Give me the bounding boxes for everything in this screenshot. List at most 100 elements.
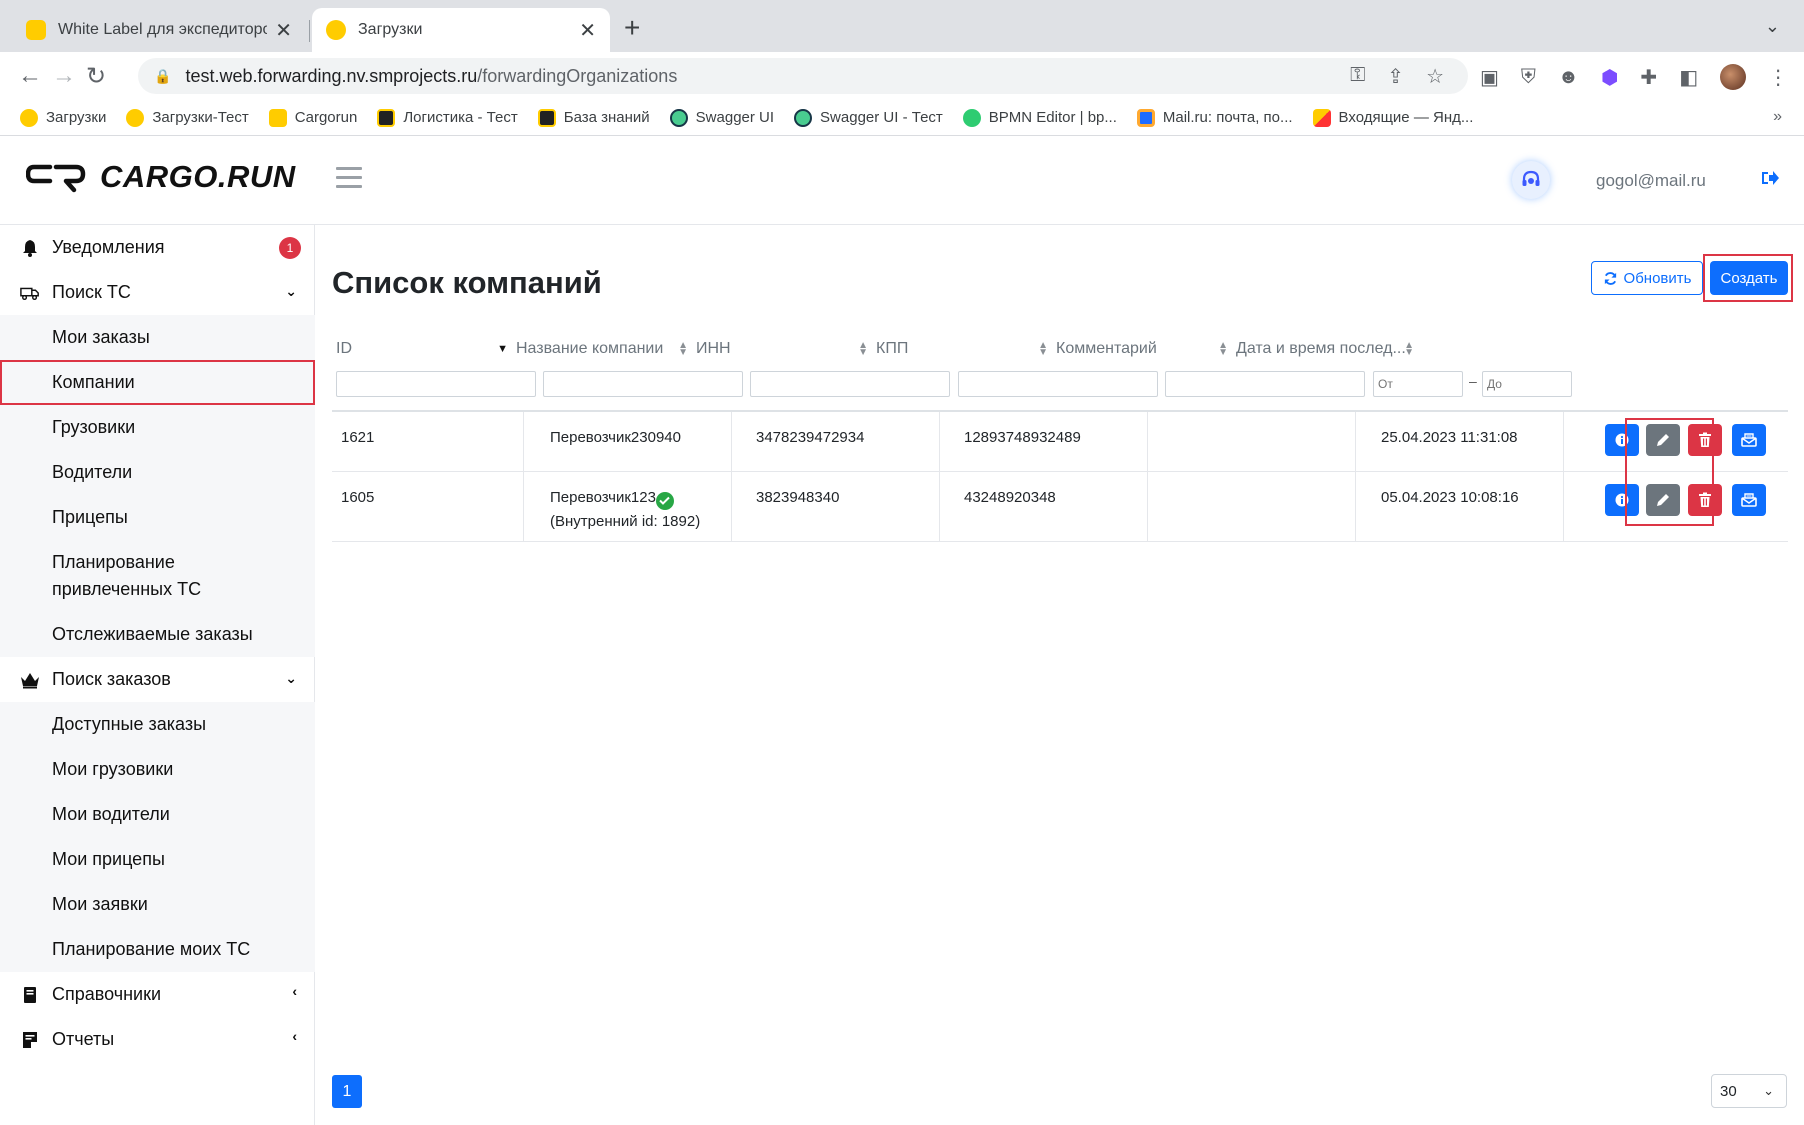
bookmark-item[interactable]: Mail.ru: почта, по... [1136,108,1293,127]
column-header-kpp[interactable]: КПП ▲ ▼ [876,329,1052,369]
sidebar-item-search-orders[interactable]: Поиск заказов ⌄ [0,657,315,702]
sidebar-item-my-tc-planning[interactable]: Планирование моих ТС [0,927,315,972]
sidebar-item-trucks[interactable]: Грузовики [0,405,315,450]
close-tab-icon[interactable]: ✕ [275,18,292,43]
date-range-dash: – [1469,373,1477,389]
filter-company-name-input[interactable] [543,371,743,397]
filter-date-from-input[interactable] [1373,371,1463,397]
sidebar-item-my-trailers[interactable]: Мои прицепы [0,837,315,882]
sidebar-item-label: Поиск ТС [52,282,131,302]
bookmark-item[interactable]: Swagger UI [669,108,774,127]
lock-icon: 🔒 [154,67,172,84]
puzzle-extensions-icon[interactable]: ✚ [1640,65,1657,90]
pagination-page-button[interactable]: 1 [332,1075,362,1108]
refresh-button[interactable]: Обновить [1591,261,1703,295]
bookmark-item[interactable]: База знаний [537,108,650,127]
cell-kpp: 43248920348 [964,489,1056,506]
cell-id: 1605 [341,489,375,506]
sidebar-item-my-trucks[interactable]: Мои грузовики [0,747,315,792]
cargorun-logo[interactable]: CARGO.RUN [26,159,296,195]
browser-tab-white-label[interactable]: White Label для экспедиторов ✕ [12,8,306,52]
column-header-comment[interactable]: Комментарий ▲ ▼ [1056,329,1232,369]
sidebar-item-notifications[interactable]: Уведомления 1 [0,225,315,270]
sidebar-item-companies[interactable]: Компании [0,360,315,405]
filter-kpp-input[interactable] [958,371,1158,397]
sidebar-item-label: Уведомления [52,237,165,257]
bookmark-item[interactable]: Загрузки-Тест [126,108,249,127]
picture-in-picture-icon[interactable]: ▣ [1480,65,1499,90]
delete-button[interactable] [1688,484,1722,516]
sidebar-item-reports[interactable]: Отчеты ‹ [0,1017,315,1062]
filter-date-to-input[interactable] [1482,371,1572,397]
info-icon [1615,433,1629,447]
bookmark-item[interactable]: Загрузки [20,108,106,127]
filter-id-input[interactable] [336,371,536,397]
sidebar-item-planning-hired[interactable]: Планирование привлеченных ТС [0,540,315,612]
sidebar-item-directories[interactable]: Справочники ‹ [0,972,315,1017]
mail-button[interactable] [1732,424,1766,456]
sidebar-item-trailers[interactable]: Прицепы [0,495,315,540]
sidebar-item-search-tc[interactable]: Поиск ТС ⌄ [0,270,315,315]
bookmark-item[interactable]: BPMN Editor | bp... [962,108,1117,127]
support-headset-icon[interactable] [1512,161,1550,199]
filter-comment-input[interactable] [1165,371,1365,397]
bpmn-icon [962,108,981,127]
extension-avatar-icon[interactable]: ☻ [1558,66,1579,89]
filter-inn-input[interactable] [750,371,950,397]
tab-search-chevron-icon[interactable]: ⌄ [1765,16,1780,37]
edit-button[interactable] [1646,484,1680,516]
bookmark-item[interactable]: Cargorun [268,108,357,127]
url-host: test.web.forwarding.nv.smprojects.ru [185,65,478,86]
column-header-id[interactable]: ID ▼ [336,329,512,369]
sort-icon: ▲ ▼ [858,340,868,358]
shield-extension-icon[interactable]: ⛨ [1521,66,1536,89]
column-header-inn[interactable]: ИНН ▲ ▼ [696,329,872,369]
sidebar-item-drivers[interactable]: Водители [0,450,315,495]
share-icon[interactable]: ⇪ [1387,64,1404,89]
mail-button[interactable] [1732,484,1766,516]
main-content: Список компаний Обновить Создать ID ▼ На… [316,225,1804,1125]
envelope-icon [1741,493,1757,507]
bookmark-star-icon[interactable]: ☆ [1426,64,1444,89]
company-name-text: Перевозчик123 [550,489,656,506]
address-bar[interactable]: 🔒 test.web.forwarding.nv.smprojects.ru/f… [138,58,1468,94]
bookmark-item[interactable]: Логистика - Тест [377,108,518,127]
new-tab-icon[interactable]: + [624,12,640,44]
sidebar-item-tracked-orders[interactable]: Отслеживаемые заказы [0,612,315,657]
side-panel-icon[interactable]: ◧ [1679,65,1698,90]
menu-toggle-icon[interactable] [336,167,362,194]
column-header-datetime[interactable]: Дата и время послед... ▲ ▼ [1236,329,1416,369]
sidebar-item-my-orders[interactable]: Мои заказы [0,315,315,360]
info-button[interactable] [1605,484,1639,516]
bookmark-item[interactable]: Входящие — Янд... [1312,108,1473,127]
edit-button[interactable] [1646,424,1680,456]
info-button[interactable] [1605,424,1639,456]
delete-button[interactable] [1688,424,1722,456]
close-tab-icon[interactable]: ✕ [579,18,596,43]
key-icon[interactable]: ⚿ [1350,64,1365,89]
bookmark-item[interactable]: Swagger UI - Тест [794,108,943,127]
sidebar-item-my-requests[interactable]: Мои заявки [0,882,315,927]
s-extension-icon[interactable]: ⬢ [1601,65,1618,90]
chevron-down-icon: ⌄ [285,670,297,686]
column-header-company-name[interactable]: Название компании ▲ ▼ [516,329,692,369]
sidebar-item-my-drivers[interactable]: Мои водители [0,792,315,837]
cell-divider [523,412,524,472]
chrome-menu-icon[interactable]: ⋮ [1768,65,1788,90]
create-button[interactable]: Создать [1710,261,1788,295]
table-row: 1605 Перевозчик123 (Внутренний id: 1892)… [332,472,1788,542]
forward-icon[interactable]: → [52,62,76,90]
envelope-icon [1741,433,1757,447]
sidebar-item-available-orders[interactable]: Доступные заказы [0,702,315,747]
per-page-select[interactable]: 30 ⌄ [1711,1074,1787,1108]
browser-tab-zagruzki[interactable]: Загрузки ✕ [312,8,610,52]
chevron-left-icon: ‹ [292,1028,297,1044]
chevron-down-icon: ⌄ [285,283,297,299]
back-icon[interactable]: ← [18,62,42,90]
bookmarks-more-icon[interactable]: » [1773,108,1782,126]
logout-icon[interactable] [1760,169,1780,192]
user-email[interactable]: gogol@mail.ru [1596,171,1706,191]
reload-icon[interactable]: ↻ [86,62,106,91]
verified-check-icon [655,491,674,510]
profile-avatar[interactable] [1720,64,1747,90]
